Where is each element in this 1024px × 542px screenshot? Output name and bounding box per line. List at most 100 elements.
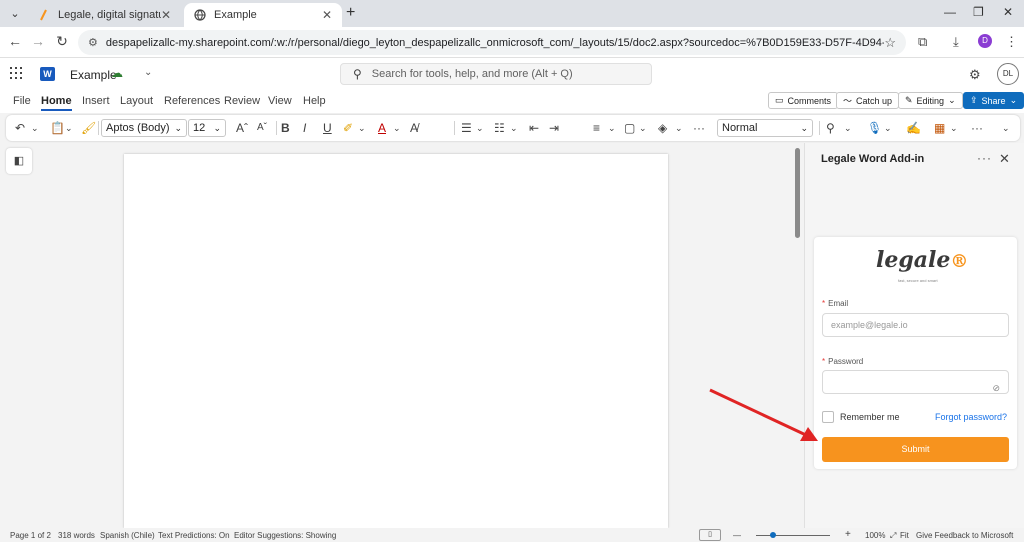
fit-icon[interactable]: ⤢: [890, 531, 896, 541]
editing-mode-button[interactable]: ✎ Editing ⌄: [898, 92, 963, 109]
italic-icon[interactable]: I: [303, 120, 306, 136]
tab-review[interactable]: Review: [224, 95, 260, 107]
more-options-icon[interactable]: ···: [693, 120, 705, 136]
font-color-icon[interactable]: A: [378, 120, 386, 136]
font-color-dropdown-icon[interactable]: ⌄: [393, 120, 401, 136]
extensions-icon[interactable]: ⧉: [918, 34, 927, 50]
tab-view[interactable]: View: [268, 95, 292, 107]
forgot-password-link[interactable]: Forgot password?: [935, 412, 1007, 422]
bookmark-star-icon[interactable]: ☆: [884, 35, 896, 51]
clipboard-icon[interactable]: 📋: [50, 120, 65, 136]
password-field[interactable]: ⊘: [822, 370, 1009, 394]
close-pane-icon[interactable]: ✕: [999, 151, 1010, 167]
focus-mode-icon[interactable]: ▯: [699, 529, 721, 541]
align-dropdown-icon[interactable]: ⌄: [608, 120, 616, 136]
share-button[interactable]: ⇪ Share ⌄: [963, 92, 1024, 109]
undo-icon[interactable]: ↶: [15, 120, 25, 136]
remember-me-label[interactable]: Remember me: [840, 412, 900, 422]
numbering-icon[interactable]: ☷: [494, 120, 505, 136]
close-tab-icon[interactable]: ✕: [322, 8, 332, 22]
zoom-slider[interactable]: [756, 535, 830, 536]
text-predictions[interactable]: Text Predictions: On: [158, 531, 230, 540]
submit-button[interactable]: Submit: [822, 437, 1009, 462]
addins-icon[interactable]: ▦: [934, 120, 945, 136]
grow-font-icon[interactable]: Aˆ: [236, 120, 248, 136]
align-icon[interactable]: ≡: [593, 120, 600, 136]
pane-options-icon[interactable]: ···: [977, 151, 992, 165]
clear-format-icon[interactable]: A̸: [410, 120, 418, 136]
close-tab-icon[interactable]: ✕: [161, 8, 171, 22]
shrink-font-icon[interactable]: Aˇ: [257, 120, 267, 136]
tab-search-dropdown-icon[interactable]: ⌄: [6, 5, 24, 23]
tab-home[interactable]: Home: [41, 95, 72, 111]
new-tab-button[interactable]: +: [346, 4, 355, 22]
borders-icon[interactable]: ▢: [624, 120, 635, 136]
bullets-icon[interactable]: ☰: [461, 120, 472, 136]
url-field[interactable]: ⚙ despapelizallc-my.sharepoint.com/:w:/r…: [78, 30, 906, 55]
zoom-out-button[interactable]: —: [733, 531, 741, 540]
document-page[interactable]: [124, 154, 668, 528]
font-name-select[interactable]: Aptos (Body) ⌄: [101, 119, 187, 137]
browser-profile-avatar[interactable]: D: [978, 34, 992, 48]
style-select[interactable]: Normal ⌄: [717, 119, 813, 137]
font-size-select[interactable]: 12 ⌄: [188, 119, 226, 137]
editor-icon[interactable]: ✍: [906, 120, 921, 136]
settings-gear-icon[interactable]: ⚙: [969, 67, 981, 83]
tab-help[interactable]: Help: [303, 95, 326, 107]
undo-dropdown-icon[interactable]: ⌄: [31, 120, 39, 136]
comments-button[interactable]: ▭ Comments: [768, 92, 839, 109]
underline-icon[interactable]: U: [323, 120, 332, 136]
decrease-indent-icon[interactable]: ⇤: [529, 120, 539, 136]
collapse-ribbon-icon[interactable]: ⌄: [1002, 120, 1010, 136]
shading-icon[interactable]: ◈: [658, 120, 667, 136]
find-dropdown-icon[interactable]: ⌄: [844, 120, 852, 136]
word-logo-icon[interactable]: W: [40, 67, 55, 81]
format-painter-icon[interactable]: 🖌: [81, 120, 96, 136]
back-icon[interactable]: ←: [5, 33, 25, 49]
chevron-down-icon[interactable]: ⌄: [144, 67, 152, 78]
feedback-link[interactable]: Give Feedback to Microsoft: [916, 531, 1013, 540]
browser-menu-icon[interactable]: ⋮: [1005, 34, 1018, 50]
tab-layout[interactable]: Layout: [120, 95, 153, 107]
close-window-icon[interactable]: ✕: [1003, 5, 1013, 19]
zoom-level[interactable]: 100%: [865, 531, 885, 540]
page-count[interactable]: Page 1 of 2: [10, 531, 51, 540]
highlight-icon[interactable]: ✐: [343, 120, 353, 136]
search-box[interactable]: ⚲ Search for tools, help, and more (Alt …: [340, 63, 652, 85]
overflow-more-icon[interactable]: ···: [971, 120, 983, 136]
navigation-pane-icon[interactable]: ◧: [6, 148, 32, 174]
highlight-dropdown-icon[interactable]: ⌄: [358, 120, 366, 136]
document-name[interactable]: Example: [70, 68, 117, 82]
browser-tab-legale[interactable]: Legale, digital signature ✕: [28, 3, 181, 27]
tab-references[interactable]: References: [164, 95, 220, 107]
numbering-dropdown-icon[interactable]: ⌄: [510, 120, 518, 136]
dictate-dropdown-icon[interactable]: ⌄: [884, 120, 892, 136]
tab-insert[interactable]: Insert: [82, 95, 110, 107]
increase-indent-icon[interactable]: ⇥: [549, 120, 559, 136]
dictate-mic-icon[interactable]: 🎙: [867, 120, 882, 136]
clipboard-dropdown-icon[interactable]: ⌄: [65, 120, 73, 136]
fit-button[interactable]: Fit: [900, 531, 909, 540]
bullets-dropdown-icon[interactable]: ⌄: [476, 120, 484, 136]
vertical-scrollbar[interactable]: [795, 148, 800, 238]
editor-suggestions[interactable]: Editor Suggestions: Showing: [234, 531, 336, 540]
zoom-slider-handle[interactable]: [770, 532, 776, 538]
forward-icon[interactable]: →: [28, 33, 48, 49]
restore-icon[interactable]: ❐: [973, 5, 984, 19]
email-field[interactable]: example@legale.io: [822, 313, 1009, 337]
eye-hidden-icon[interactable]: ⊘: [992, 377, 1000, 399]
addins-dropdown-icon[interactable]: ⌄: [950, 120, 958, 136]
zoom-in-button[interactable]: +: [845, 529, 851, 540]
catch-up-button[interactable]: 〜 Catch up: [836, 92, 900, 109]
reload-icon[interactable]: ↻: [52, 33, 72, 50]
shading-dropdown-icon[interactable]: ⌄: [675, 120, 683, 136]
minimize-icon[interactable]: —: [944, 5, 956, 19]
app-launcher-icon[interactable]: [10, 67, 22, 79]
language[interactable]: Spanish (Chile): [100, 531, 155, 540]
site-info-icon[interactable]: ⚙: [88, 36, 98, 49]
find-icon[interactable]: ⚲: [826, 120, 835, 136]
word-count[interactable]: 318 words: [58, 531, 95, 540]
browser-tab-example[interactable]: Example ✕: [184, 3, 342, 27]
borders-dropdown-icon[interactable]: ⌄: [639, 120, 647, 136]
user-avatar[interactable]: DL: [997, 63, 1019, 85]
